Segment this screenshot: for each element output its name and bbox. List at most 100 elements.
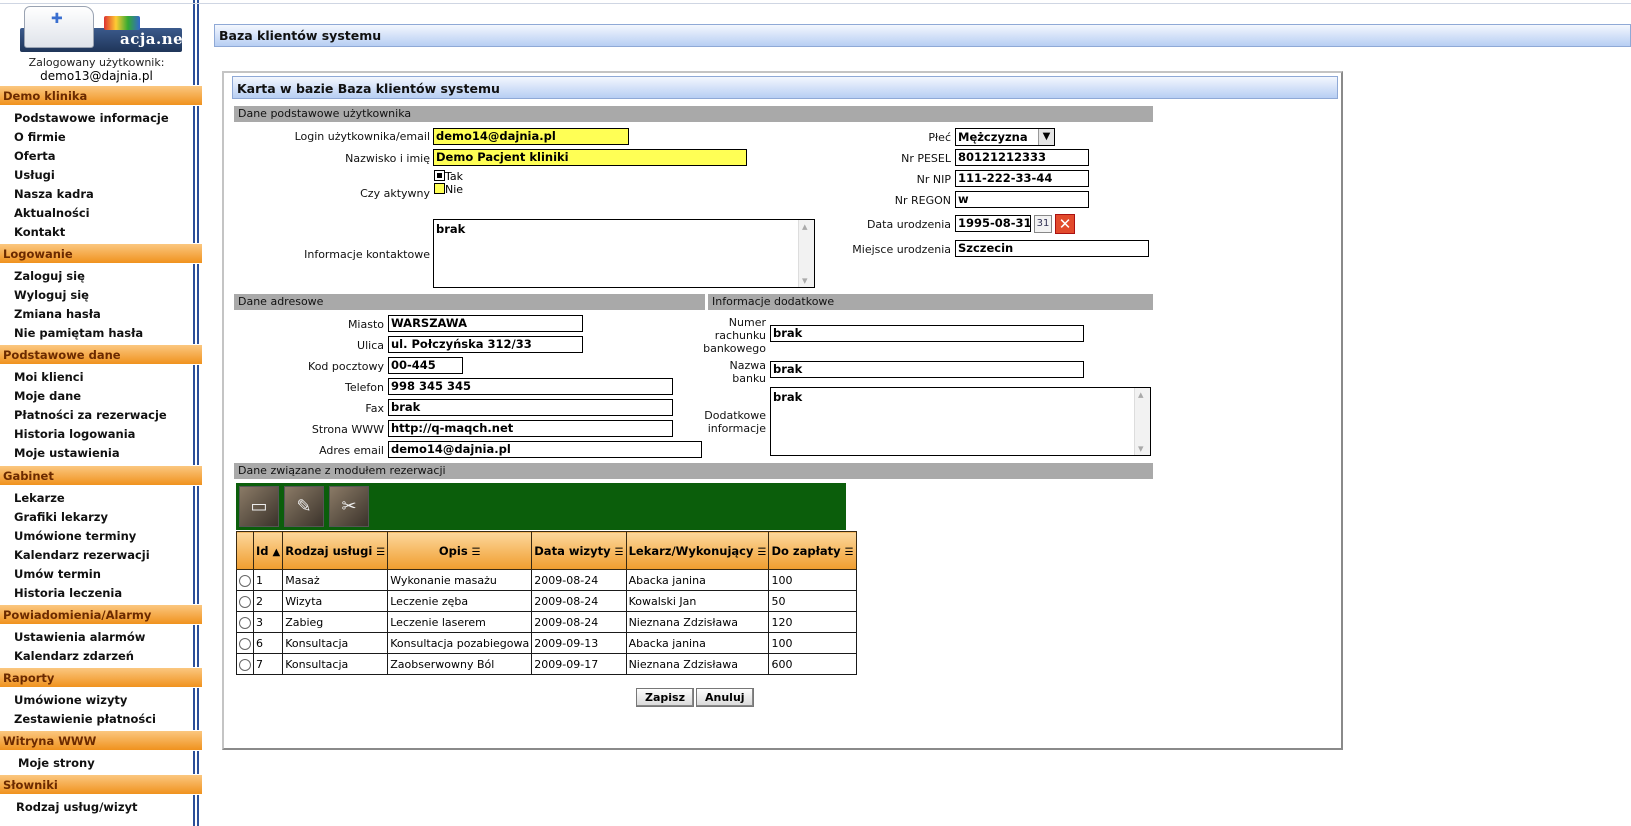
nav-section-logowanie[interactable]: Logowanie — [0, 243, 202, 264]
edit-pencil-icon[interactable]: ✎ — [284, 486, 324, 527]
column-header-id[interactable]: Id ▲ — [252, 531, 284, 570]
column-menu-icon[interactable]: ☰ — [615, 547, 624, 558]
table-row[interactable]: 3 Zabieg Leczenie laserem 2009-08-24 Nie… — [236, 611, 857, 633]
row-select-cell[interactable] — [236, 632, 254, 654]
active-no-radio[interactable] — [434, 183, 445, 194]
nav-item-zestawienie-platnosci[interactable]: Zestawienie płatności — [14, 711, 156, 728]
nav-section-raporty[interactable]: Raporty — [0, 667, 202, 688]
calendar-icon[interactable]: 31 — [1034, 215, 1052, 233]
table-row[interactable]: 2 Wizyta Leczenie zęba 2009-08-24 Kowals… — [236, 590, 857, 612]
row-select-cell[interactable] — [236, 653, 254, 675]
nav-section-witryna-www[interactable]: Witryna WWW — [0, 730, 202, 751]
account-field[interactable]: brak — [770, 325, 1084, 342]
www-field[interactable]: http://q-maqch.net — [388, 420, 673, 437]
bank-field[interactable]: brak — [770, 361, 1084, 378]
nip-field[interactable]: 111-222-33-44 — [955, 170, 1089, 187]
nav-item-umowione-terminy[interactable]: Umówione terminy — [14, 528, 136, 545]
column-header-amount[interactable]: Do zapłaty ☰ — [768, 531, 857, 570]
logo-color-strip — [104, 16, 140, 30]
email-label: Adres email — [319, 444, 384, 457]
column-menu-icon[interactable]: ☰ — [376, 547, 385, 558]
row-radio[interactable] — [239, 658, 251, 671]
nav-item-moje-ustawienia[interactable]: Moje ustawienia — [14, 445, 120, 462]
column-header-service[interactable]: Rodzaj usługi ☰ — [282, 531, 389, 570]
nav-item-kalendarz-zdarzen[interactable]: Kalendarz zdarzeń — [14, 648, 134, 665]
nav-item-lekarze[interactable]: Lekarze — [14, 490, 65, 507]
sex-select[interactable]: Mężczyzna ▼ — [955, 128, 1055, 146]
cell-description: Leczenie zęba — [387, 590, 533, 612]
nav-section-slowniki[interactable]: Słowniki — [0, 774, 202, 795]
column-header-visit-date[interactable]: Data wizyty ☰ — [531, 531, 627, 570]
table-row[interactable]: 6 Konsultacja Konsultacja pozabiegowa 20… — [236, 632, 857, 654]
table-row[interactable]: 7 Konsultacja Zaobserwowny Ból 2009-09-1… — [236, 653, 857, 675]
sort-asc-icon[interactable]: ▲ — [273, 547, 281, 558]
fax-field[interactable]: brak — [388, 399, 673, 416]
nav-item-wyloguj[interactable]: Wyloguj się — [14, 287, 89, 304]
nav-item-aktualnosci[interactable]: Aktualności — [14, 205, 90, 222]
nav-section-podstawowe-dane[interactable]: Podstawowe dane — [0, 344, 202, 365]
email-field[interactable]: demo14@dajnia.pl — [388, 441, 702, 458]
name-field[interactable]: Demo Pacjent kliniki — [433, 149, 747, 166]
street-field[interactable]: ul. Połczyńska 312/33 — [388, 336, 583, 353]
nav-item-nie-pamietam-hasla[interactable]: Nie pamiętam hasła — [14, 325, 143, 342]
column-menu-icon[interactable]: ☰ — [472, 547, 481, 558]
chevron-down-icon[interactable]: ▼ — [1038, 129, 1054, 145]
nav-item-nasza-kadra[interactable]: Nasza kadra — [14, 186, 94, 203]
row-select-cell[interactable] — [236, 590, 254, 612]
nav-item-moje-dane[interactable]: Moje dane — [14, 388, 81, 405]
birthplace-field[interactable]: Szczecin — [955, 240, 1149, 257]
delete-scissors-icon[interactable]: ✂ — [329, 486, 369, 527]
phone-field[interactable]: 998 345 345 — [388, 378, 673, 395]
column-header-description[interactable]: Opis ☰ — [387, 531, 533, 570]
table-row[interactable]: 1 Masaż Wykonanie masażu 2009-08-24 Abac… — [236, 569, 857, 591]
nav-section-demo-klinika[interactable]: Demo klinika — [0, 85, 202, 106]
nav-item-zaloguj[interactable]: Zaloguj się — [14, 268, 85, 285]
app-logo[interactable]: ✚ acja.net — [20, 6, 190, 52]
nav-item-umowione-wizyty[interactable]: Umówione wizyty — [14, 692, 127, 709]
column-menu-icon[interactable]: ☰ — [757, 547, 766, 558]
nav-item-rodzaj-uslug[interactable]: Rodzaj usług/wizyt — [16, 799, 138, 816]
nav-item-oferta[interactable]: Oferta — [14, 148, 56, 165]
cancel-button[interactable]: Anuluj — [696, 688, 754, 707]
nav-section-gabinet[interactable]: Gabinet — [0, 465, 202, 486]
textarea-scrollbar[interactable] — [1134, 388, 1150, 455]
nav-section-powiadomienia[interactable]: Powiadomienia/Alarmy — [0, 604, 202, 625]
cell-doctor: Nieznana Zdzisława — [625, 653, 770, 675]
row-radio[interactable] — [239, 616, 251, 629]
column-header-doctor[interactable]: Lekarz/Wykonujący ☰ — [625, 531, 770, 570]
row-radio[interactable] — [239, 595, 251, 608]
nav-item-historia-logowania[interactable]: Historia logowania — [14, 426, 135, 443]
nav-item-historia-leczenia[interactable]: Historia leczenia — [14, 585, 122, 602]
new-document-icon[interactable]: ▭ — [239, 486, 279, 527]
city-field[interactable]: WARSZAWA — [388, 315, 583, 332]
nav-item-kalendarz-rezerwacji[interactable]: Kalendarz rezerwacji — [14, 547, 150, 564]
notes-textarea[interactable]: brak — [770, 387, 1151, 456]
nav-item-zmiana-hasla[interactable]: Zmiana hasła — [14, 306, 101, 323]
nav-item-platnosci[interactable]: Płatności za rezerwacje — [14, 407, 167, 424]
active-yes-radio[interactable] — [434, 170, 445, 181]
row-radio[interactable] — [239, 637, 251, 650]
regon-field[interactable]: w — [955, 191, 1089, 208]
nav-item-grafiki-lekarzy[interactable]: Grafiki lekarzy — [14, 509, 108, 526]
nav-item-umow-termin[interactable]: Umów termin — [14, 566, 101, 583]
contact-textarea[interactable]: brak — [433, 219, 815, 288]
nav-item-moje-strony[interactable]: Moje strony — [18, 755, 95, 772]
login-field[interactable]: demo14@dajnia.pl — [433, 128, 629, 145]
nav-item-uslugi[interactable]: Usługi — [14, 167, 55, 184]
nav-item-o-firmie[interactable]: O firmie — [14, 129, 66, 146]
zip-field[interactable]: 00-445 — [388, 357, 463, 374]
column-menu-icon[interactable]: ☰ — [845, 547, 854, 558]
nav-item-kontakt[interactable]: Kontakt — [14, 224, 65, 241]
save-button[interactable]: Zapisz — [636, 688, 694, 707]
textarea-scrollbar[interactable] — [798, 220, 814, 287]
row-select-cell[interactable] — [236, 569, 254, 591]
nav-item-moi-klienci[interactable]: Moi klienci — [14, 369, 84, 386]
nav-item-podstawowe-informacje[interactable]: Podstawowe informacje — [14, 110, 169, 127]
close-icon[interactable]: ✕ — [1055, 214, 1075, 234]
row-select-cell[interactable] — [236, 611, 254, 633]
birthdate-field[interactable]: 1995-08-31 — [955, 215, 1031, 232]
nav-item-ustawienia-alarmow[interactable]: Ustawienia alarmów — [14, 629, 145, 646]
row-radio[interactable] — [239, 574, 251, 587]
pesel-field[interactable]: 80121212333 — [955, 149, 1089, 166]
cell-visit-date: 2009-08-24 — [531, 590, 627, 612]
